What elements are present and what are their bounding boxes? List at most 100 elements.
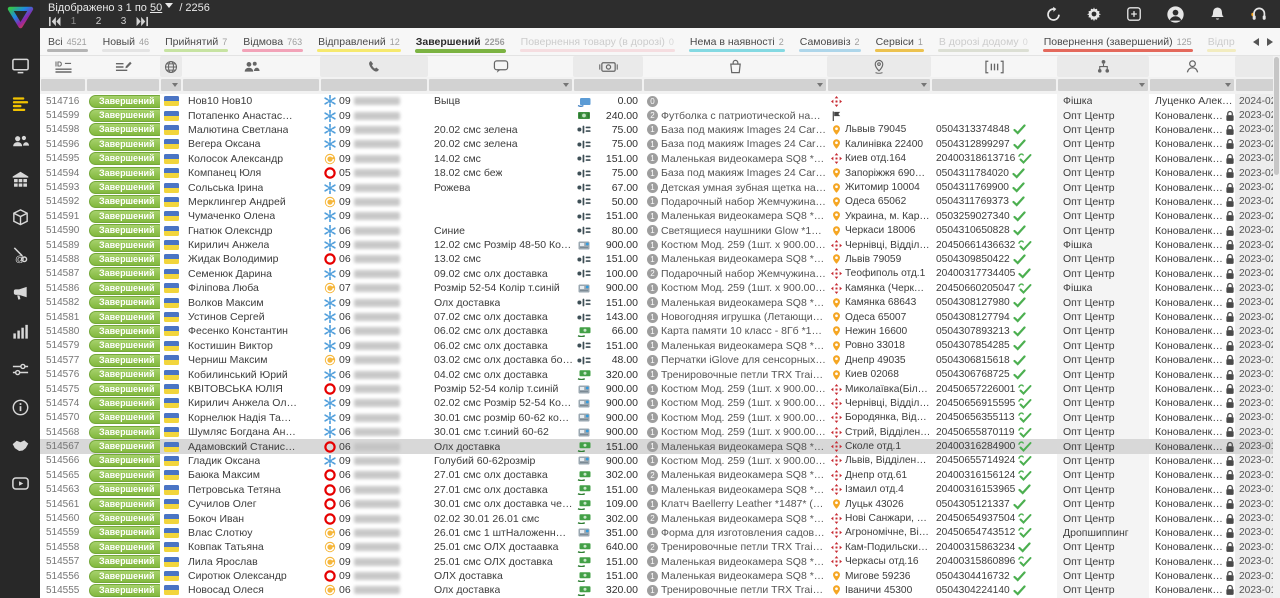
order-row[interactable]: 514590ЗавершенийГнатюк Олексндр06Синие80… xyxy=(40,224,1280,238)
filter-phone[interactable] xyxy=(321,79,427,91)
filter-status[interactable] xyxy=(87,79,159,91)
order-row[interactable]: 514558ЗавершенийКовпак Татьяна0925.01 см… xyxy=(40,540,1280,554)
sidebar-item-partners[interactable] xyxy=(0,426,40,464)
sidebar-item-clients[interactable] xyxy=(0,122,40,160)
sidebar-item-dashboard[interactable] xyxy=(0,46,40,84)
tab-10[interactable]: В дорозі додому0 xyxy=(931,28,1036,55)
order-row[interactable]: 514570ЗавершенийКорнелюк Надія Та…0930.0… xyxy=(40,411,1280,425)
column-header-status[interactable] xyxy=(86,56,160,77)
order-row[interactable]: 514599ЗавершенийПотапенко Анастас…09240.… xyxy=(40,108,1280,122)
order-row[interactable]: 514559ЗавершенийВлас Слотюу0626.01 смс 1… xyxy=(40,526,1280,540)
tab-1[interactable]: Новый46 xyxy=(95,28,157,55)
sidebar-item-marketing[interactable] xyxy=(0,274,40,312)
order-row[interactable]: 514593ЗавершенийСольська Ірина09Рожева67… xyxy=(40,180,1280,194)
sidebar-item-dropshipping[interactable]: @ xyxy=(0,236,40,274)
order-row[interactable]: 514594ЗавершенийКомпанец Юля0518.02 смс … xyxy=(40,166,1280,180)
order-row[interactable]: 514588ЗавершенийЖидак Володимир0613.02 с… xyxy=(40,252,1280,266)
notifications-icon[interactable] xyxy=(1209,6,1226,23)
filter-source[interactable] xyxy=(1058,79,1148,91)
page-size-dropdown[interactable]: 50 xyxy=(150,2,162,14)
order-row[interactable]: 514591ЗавершенийЧумаченко Олена09151.001… xyxy=(40,209,1280,223)
order-row[interactable]: 514598ЗавершенийМалютина Светлана0920.02… xyxy=(40,123,1280,137)
order-row[interactable]: 514589ЗавершенийКирилич Анжела0912.02 см… xyxy=(40,238,1280,252)
sidebar-item-info[interactable] xyxy=(0,388,40,426)
order-row[interactable]: 514557ЗавершенийЛила Ярослав0925.01 смс … xyxy=(40,555,1280,569)
filter-id[interactable] xyxy=(41,79,85,91)
tab-3[interactable]: Відмова763 xyxy=(235,28,310,55)
filter-product[interactable] xyxy=(644,79,826,91)
tab-6[interactable]: Повернення товару (в дорозі)0 xyxy=(513,28,682,55)
sidebar-item-products[interactable] xyxy=(0,198,40,236)
filter-ttn[interactable] xyxy=(932,79,1056,91)
order-row[interactable]: 514575ЗавершенийКВІТОВСЬКА ЮЛІЯ09Розмір … xyxy=(40,382,1280,396)
sidebar-item-company[interactable] xyxy=(0,160,40,198)
order-row[interactable]: 514565ЗавершенийБаюка Максим0627.01 смс … xyxy=(40,468,1280,482)
order-row[interactable]: 514579ЗавершенийКостишин Виктор0906.02 с… xyxy=(40,339,1280,353)
tab-9[interactable]: Сервіси1 xyxy=(868,28,931,55)
order-row[interactable]: 514568ЗавершенийШумляс Богдана Ан…0630.0… xyxy=(40,425,1280,439)
first-page-button[interactable] xyxy=(48,16,61,27)
order-row[interactable]: 514566ЗавершенийГладик Оксана09Голубий 6… xyxy=(40,454,1280,468)
order-row[interactable]: 514582ЗавершенийВолков Максим09Олх доста… xyxy=(40,295,1280,309)
tab-4[interactable]: Відправлений12 xyxy=(310,28,408,55)
app-logo-icon[interactable] xyxy=(0,2,40,32)
page-number-3[interactable]: 3 xyxy=(111,16,136,27)
tab-2[interactable]: Прийнятий7 xyxy=(157,28,235,55)
order-row[interactable]: 514561ЗавершенийСучилов Олег0630.01 смс … xyxy=(40,497,1280,511)
column-header-payment[interactable] xyxy=(573,56,643,77)
tab-5[interactable]: Завершений2256 xyxy=(408,28,513,55)
tab-11[interactable]: Повернення (завершений)125 xyxy=(1036,28,1200,55)
account-icon[interactable] xyxy=(1166,5,1185,24)
column-header-source[interactable] xyxy=(1057,56,1149,77)
order-row[interactable]: 514567ЗавершенийАдамовский Станис…06Олх … xyxy=(40,439,1280,453)
column-header-product[interactable] xyxy=(643,56,827,77)
order-row[interactable]: 514595ЗавершенийКолосок Александр0914.02… xyxy=(40,152,1280,166)
filter-comment[interactable] xyxy=(429,79,572,91)
order-row[interactable]: 514596ЗавершенийВегера Оксана0920.02 смс… xyxy=(40,137,1280,151)
tab-12[interactable]: Відпр xyxy=(1200,28,1243,55)
tabs-scroll-right-icon[interactable] xyxy=(1267,38,1273,46)
vertical-scrollbar[interactable] xyxy=(1273,56,1280,598)
column-header-manager[interactable] xyxy=(1149,56,1235,77)
add-icon[interactable] xyxy=(1126,6,1142,22)
column-header-country[interactable] xyxy=(160,56,182,77)
sidebar-item-orders[interactable] xyxy=(0,84,40,122)
tab-7[interactable]: Нема в наявності2 xyxy=(682,28,792,55)
page-number-2[interactable]: 2 xyxy=(86,16,111,27)
order-row[interactable]: 514577ЗавершенийЧерниш Максим0903.02 смс… xyxy=(40,353,1280,367)
support-icon[interactable] xyxy=(1250,5,1268,23)
scrollbar-thumb[interactable] xyxy=(1274,57,1279,175)
filter-client[interactable] xyxy=(183,79,319,91)
column-header-id[interactable]: ID xyxy=(40,56,86,77)
filter-city[interactable] xyxy=(828,79,930,91)
filter-manager[interactable] xyxy=(1150,79,1234,91)
page-number-1[interactable]: 1 xyxy=(61,16,86,27)
sidebar-item-video[interactable] xyxy=(0,464,40,502)
order-row[interactable]: 514563ЗавершенийПетровська Тетяна0627.01… xyxy=(40,483,1280,497)
tabs-scroll-left-icon[interactable] xyxy=(1253,38,1259,46)
sidebar-item-statistics[interactable] xyxy=(0,312,40,350)
column-header-phone[interactable] xyxy=(320,56,428,77)
order-row[interactable]: 514581ЗавершенийУстинов Сергей0607.02 см… xyxy=(40,310,1280,324)
refresh-icon[interactable] xyxy=(1045,6,1062,23)
settings-icon[interactable] xyxy=(1086,6,1102,22)
filter-payment[interactable] xyxy=(574,79,642,91)
order-row[interactable]: 514574ЗавершенийКирилич Анжела Ол…0902.0… xyxy=(40,396,1280,410)
column-header-city[interactable] xyxy=(827,56,931,77)
tab-8[interactable]: Самовивіз2 xyxy=(792,28,868,55)
order-row[interactable]: 514555ЗавершенийНовосад Олеся06Олх доста… xyxy=(40,583,1280,597)
column-header-client[interactable] xyxy=(182,56,320,77)
order-row[interactable]: 514587ЗавершенийСеменюк Дарина0909.02 см… xyxy=(40,267,1280,281)
order-row[interactable]: 514592ЗавершенийМерклингер Андрей0950.00… xyxy=(40,195,1280,209)
order-row[interactable]: 514586ЗавершенийФіліпова Люба07Розмір 52… xyxy=(40,281,1280,295)
sidebar-item-automation[interactable] xyxy=(0,350,40,388)
order-row[interactable]: 514580ЗавершенийФесенко Константин0606.0… xyxy=(40,324,1280,338)
column-header-comment[interactable] xyxy=(428,56,573,77)
tab-0[interactable]: Всі4521 xyxy=(40,28,95,55)
last-page-button[interactable] xyxy=(136,16,149,27)
order-row[interactable]: 514560ЗавершенийБокоч Иван0902.02 30.01 … xyxy=(40,511,1280,525)
order-row[interactable]: 514576ЗавершенийКобилинський Юрий0604.02… xyxy=(40,367,1280,381)
column-header-ttn[interactable] xyxy=(931,56,1057,77)
order-row[interactable]: 514556ЗавершенийСиротюк Олександр09ОЛХ д… xyxy=(40,569,1280,583)
filter-country[interactable] xyxy=(161,79,181,91)
